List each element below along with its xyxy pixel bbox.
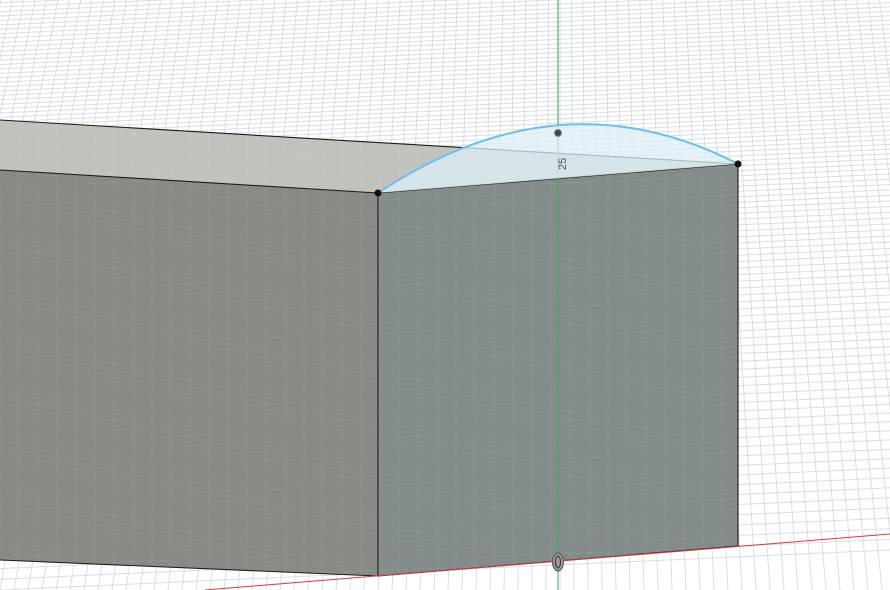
arc-start-point[interactable]: [374, 189, 382, 197]
origin-point-icon[interactable]: [552, 552, 564, 572]
model-canvas[interactable]: 25: [0, 0, 890, 590]
dimension-label[interactable]: 25: [557, 158, 569, 170]
3d-viewport[interactable]: 25: [0, 0, 890, 590]
arc-end-point[interactable]: [734, 160, 742, 168]
arc-mid-point[interactable]: [554, 129, 562, 137]
box-body[interactable]: [0, 99, 742, 590]
